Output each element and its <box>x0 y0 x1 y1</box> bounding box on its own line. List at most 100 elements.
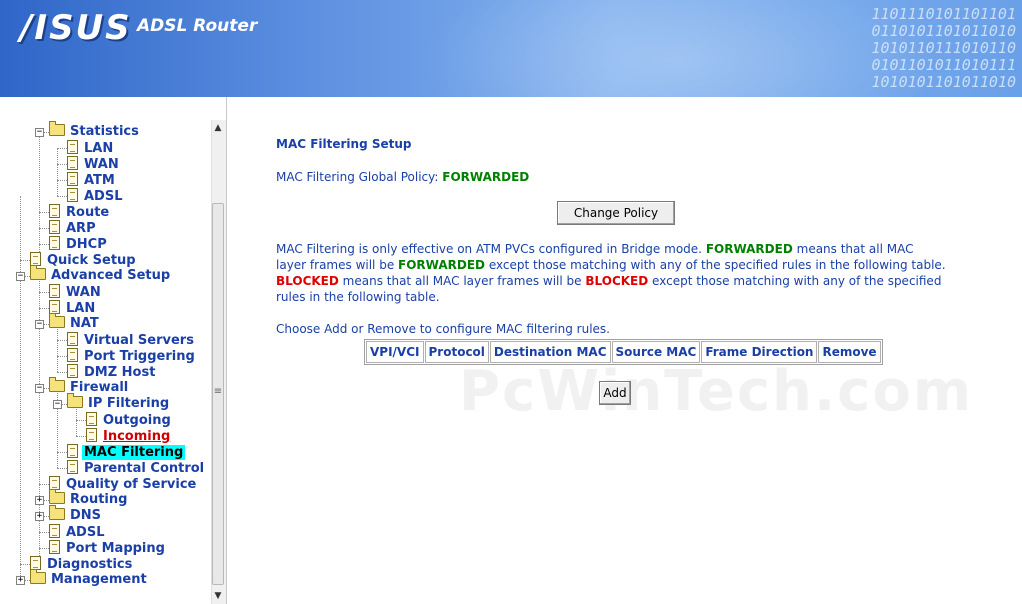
tree-item-label: ADSL <box>84 189 123 204</box>
tree-item-label: Port Triggering <box>84 349 195 364</box>
tree-item-dmz-host[interactable]: DMZ Host <box>67 364 157 380</box>
expand-icon[interactable]: + <box>16 576 25 585</box>
column-header-destination-mac: Destination MAC <box>489 341 611 363</box>
desc-text: means that all MAC layer frames will be <box>342 274 582 288</box>
tree-item-parental-control[interactable]: Parental Control <box>67 460 206 476</box>
folder-icon <box>30 569 46 584</box>
collapse-icon[interactable]: − <box>35 384 44 393</box>
tree-connector-line <box>57 148 58 196</box>
tree-item-ip-filtering[interactable]: IP Filtering <box>67 393 171 412</box>
collapse-icon[interactable]: − <box>16 272 25 281</box>
tree-item-label: DNS <box>70 508 102 523</box>
tree-item-quick-setup[interactable]: Quick Setup <box>30 252 138 268</box>
page-icon <box>67 444 78 458</box>
expand-icon[interactable]: + <box>35 512 44 521</box>
tree-connector-line <box>57 452 67 453</box>
tree-item-label: MAC Filtering <box>82 445 186 460</box>
tree-item-label: Parental Control <box>84 461 205 476</box>
tree-item-label: NAT <box>70 316 99 331</box>
watermark: PcWinTech.com <box>459 359 974 424</box>
desc-text: MAC Filtering is only effective on ATM P… <box>276 242 702 256</box>
tree-connector-line <box>39 308 49 309</box>
tree-connector-line <box>20 260 30 261</box>
binary-line: 1010101101011010 <box>871 73 1017 91</box>
collapse-icon[interactable]: − <box>35 128 44 137</box>
desc-blocked: BLOCKED <box>585 274 649 288</box>
scrollbar-grip-icon: ≡ <box>213 386 223 397</box>
tree-item-adsl[interactable]: ADSL <box>49 524 107 540</box>
collapse-icon[interactable]: − <box>35 320 44 329</box>
tree-item-label: Virtual Servers <box>84 333 194 348</box>
tree-item-virtual-servers[interactable]: Virtual Servers <box>67 332 196 348</box>
tree-item-port-mapping[interactable]: Port Mapping <box>49 540 167 556</box>
tree-item-label: WAN <box>66 285 101 300</box>
tree-item-port-triggering[interactable]: Port Triggering <box>67 348 197 364</box>
tree-item-label: Outgoing <box>103 413 171 428</box>
expand-icon[interactable]: + <box>35 496 44 505</box>
page-icon <box>86 412 97 426</box>
tree-item-label: DMZ Host <box>84 365 156 380</box>
tree-connector-line <box>39 132 40 260</box>
add-button[interactable]: Add <box>599 381 631 405</box>
scroll-down-arrow-icon[interactable]: ▼ <box>211 588 225 604</box>
product-title: ADSL Router <box>137 16 258 36</box>
tree-connector-line <box>76 420 86 421</box>
page-icon <box>49 300 60 314</box>
folder-icon <box>49 377 65 392</box>
page-icon <box>67 188 78 202</box>
tree-item-label: LAN <box>84 141 114 156</box>
scroll-up-arrow-icon[interactable]: ▲ <box>211 120 225 136</box>
tree-item-dns[interactable]: DNS <box>49 505 103 524</box>
tree-item-outgoing[interactable]: Outgoing <box>86 412 173 428</box>
tree-item-advanced-setup[interactable]: Advanced Setup <box>30 265 172 284</box>
tree-item-mac-filtering[interactable]: MAC Filtering <box>67 444 186 460</box>
page-icon <box>67 460 78 474</box>
change-policy-button[interactable]: Change Policy <box>557 201 675 225</box>
page-icon <box>67 364 78 378</box>
folder-icon <box>49 489 65 504</box>
tree-item-label: IP Filtering <box>88 396 170 411</box>
header-banner: /ISUS ADSL Router 1101110101101101 01101… <box>0 0 1022 97</box>
tree-connector-line <box>57 372 67 373</box>
tree-item-label: LAN <box>66 301 96 316</box>
tree-item-firewall[interactable]: Firewall <box>49 377 130 396</box>
tree-item-label: ATM <box>84 173 115 188</box>
tree-item-atm[interactable]: ATM <box>67 172 117 188</box>
tree-item-management[interactable]: Management <box>30 569 149 588</box>
tree-item-statistics[interactable]: Statistics <box>49 121 141 140</box>
desc-text: except those matching with any of the sp… <box>488 258 946 272</box>
tree-connector-line <box>39 244 49 245</box>
page-icon <box>67 140 78 154</box>
tree-item-arp[interactable]: ARP <box>49 220 98 236</box>
tree-item-incoming[interactable]: Incoming <box>86 428 172 444</box>
tree-connector-line <box>39 228 49 229</box>
tree-item-label: WAN <box>84 157 119 172</box>
tree-item-label: Incoming <box>103 429 171 444</box>
tree-item-nat[interactable]: NAT <box>49 313 101 332</box>
tree-item-route[interactable]: Route <box>49 204 111 220</box>
tree-item-label: Management <box>51 572 147 587</box>
tree-item-quality-of-service[interactable]: Quality of Service <box>49 476 198 492</box>
policy-label: MAC Filtering Global Policy: <box>276 170 439 184</box>
tree-connector-line <box>76 436 86 437</box>
column-header-protocol: Protocol <box>424 341 489 363</box>
mac-filter-rules-table: VPI/VCI Protocol Destination MAC Source … <box>364 339 883 365</box>
tree-item-adsl[interactable]: ADSL <box>67 188 125 204</box>
main-content: PcWinTech.com MAC Filtering Setup MAC Fi… <box>227 97 1022 604</box>
tree-item-label: Advanced Setup <box>51 268 171 283</box>
binary-line: 0110101101011010 <box>871 22 1017 40</box>
tree-item-diagnostics[interactable]: Diagnostics <box>30 556 134 572</box>
tree-item-lan[interactable]: LAN <box>49 300 97 316</box>
tree-item-routing[interactable]: Routing <box>49 489 129 508</box>
tree-item-label: Diagnostics <box>47 557 133 572</box>
tree-item-wan[interactable]: WAN <box>67 156 121 172</box>
desc-forwarded: FORWARDED <box>705 242 793 256</box>
tree-item-dhcp[interactable]: DHCP <box>49 236 109 252</box>
tree-item-wan[interactable]: WAN <box>49 284 103 300</box>
asus-logo: /ISUS <box>20 8 132 48</box>
tree-item-lan[interactable]: LAN <box>67 140 115 156</box>
collapse-icon[interactable]: − <box>53 400 62 409</box>
desc-blocked: BLOCKED <box>276 274 339 288</box>
tree-connector-line <box>57 196 67 197</box>
tree-item-label: ARP <box>66 221 96 236</box>
